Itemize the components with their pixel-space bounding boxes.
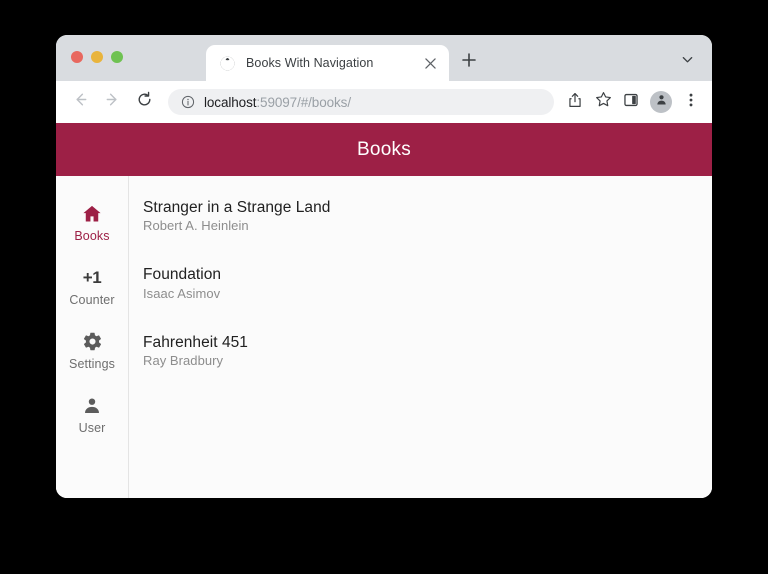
list-item[interactable]: Fahrenheit 451 Ray Bradbury <box>143 325 712 378</box>
navigation-rail: Books +1 Counter Settings User <box>56 176 129 498</box>
info-circle-icon[interactable] <box>180 95 195 110</box>
close-window-button[interactable] <box>71 51 83 63</box>
address-bar[interactable]: localhost:59097/#/books/ <box>168 89 554 115</box>
globe-icon <box>219 55 235 71</box>
book-author: Robert A. Heinlein <box>143 218 249 234</box>
minimize-window-button[interactable] <box>91 51 103 63</box>
profile-button[interactable] <box>650 91 672 113</box>
book-author: Ray Bradbury <box>143 352 224 368</box>
bookmark-button[interactable] <box>590 89 616 115</box>
tab-strip: Books With Navigation <box>56 35 712 81</box>
close-icon[interactable] <box>421 54 439 72</box>
more-options-button[interactable] <box>678 89 704 115</box>
back-button[interactable] <box>66 88 94 116</box>
sidebar-item-label: Books <box>74 228 110 243</box>
maximize-window-button[interactable] <box>111 51 123 63</box>
plus-icon <box>462 52 476 72</box>
reload-icon <box>136 91 153 113</box>
person-icon <box>81 394 103 418</box>
side-panel-icon <box>623 92 639 113</box>
app-header: Books <box>56 123 712 176</box>
tab-title: Books With Navigation <box>246 56 374 70</box>
book-title: Stranger in a Strange Land <box>143 199 331 216</box>
window-controls <box>71 51 123 63</box>
book-author: Isaac Asimov <box>143 285 221 301</box>
forward-button[interactable] <box>98 88 126 116</box>
arrow-left-icon <box>72 91 89 113</box>
page-title: Books <box>356 138 412 160</box>
sidebar-item-books[interactable]: Books <box>56 190 129 254</box>
sidebar-item-counter[interactable]: +1 Counter <box>56 254 129 318</box>
profile-avatar-icon <box>655 93 668 111</box>
sidebar-item-settings[interactable]: Settings <box>56 318 129 382</box>
url-path: :59097/#/books/ <box>256 94 351 110</box>
chevron-down-icon <box>681 53 694 71</box>
share-icon <box>567 92 583 113</box>
sidebar-item-label: User <box>78 420 106 435</box>
share-button[interactable] <box>562 89 588 115</box>
gear-icon <box>82 330 103 354</box>
book-list: Stranger in a Strange Land Robert A. Hei… <box>129 176 712 498</box>
url-host: localhost <box>204 94 257 110</box>
reload-button[interactable] <box>130 88 158 116</box>
browser-toolbar: localhost:59097/#/books/ <box>56 81 712 123</box>
plus-one-icon: +1 <box>82 267 102 287</box>
browser-window: Books With Navigation localhost:59097/#/… <box>56 35 712 498</box>
browser-tab[interactable]: Books With Navigation <box>206 45 449 81</box>
toolbar-actions <box>562 89 704 115</box>
page-viewport: Books Books +1 Counter Settings User Str… <box>56 123 712 498</box>
book-title: Fahrenheit 451 <box>143 333 248 351</box>
book-title: Foundation <box>143 266 222 284</box>
more-options-icon <box>683 92 699 113</box>
side-panel-button[interactable] <box>618 89 644 115</box>
new-tab-button[interactable] <box>457 50 481 74</box>
list-item[interactable]: Foundation Isaac Asimov <box>143 257 712 310</box>
tab-search-button[interactable] <box>675 50 699 74</box>
sidebar-item-label: Settings <box>69 356 115 371</box>
url-text: localhost:59097/#/books/ <box>204 95 351 110</box>
home-icon <box>81 202 103 226</box>
app-body: Books +1 Counter Settings User Stranger … <box>56 176 712 498</box>
bookmark-star-icon <box>595 91 612 113</box>
screen: Books With Navigation localhost:59097/#/… <box>0 0 768 574</box>
arrow-right-icon <box>104 91 121 113</box>
sidebar-item-label: Counter <box>69 292 115 307</box>
list-item[interactable]: Stranger in a Strange Land Robert A. Hei… <box>143 190 712 243</box>
sidebar-item-user[interactable]: User <box>56 382 129 446</box>
